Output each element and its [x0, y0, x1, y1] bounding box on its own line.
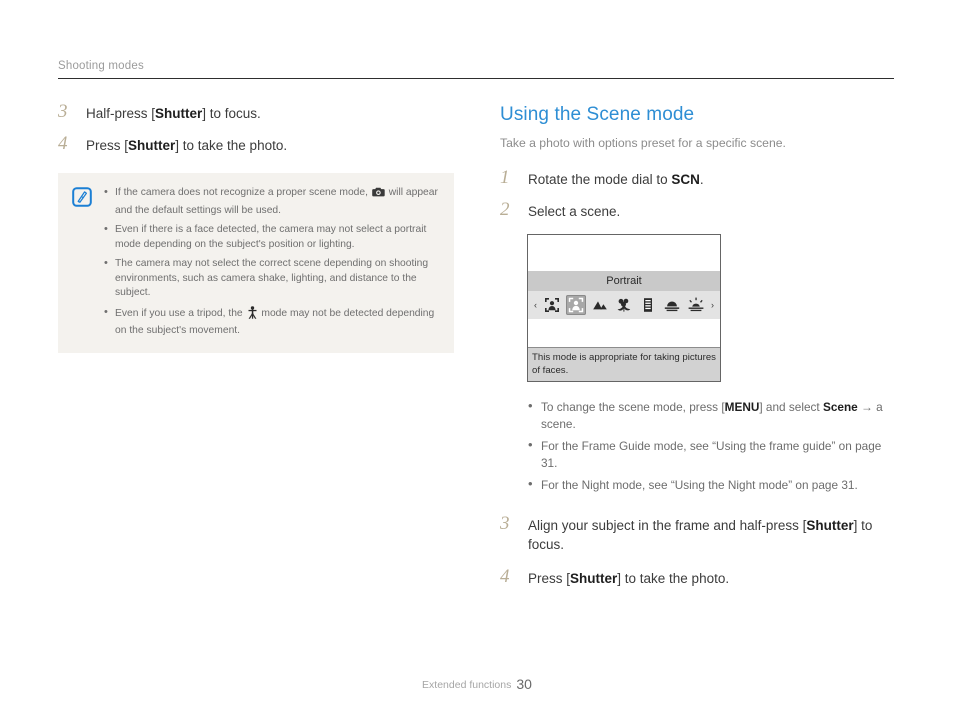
note-bullet: Even if there is a face detected, the ca… [104, 222, 440, 252]
key-label: Shutter [128, 138, 176, 153]
step-item: 2 Select a scene. [500, 199, 896, 221]
note-bullet: Even if you use a tripod, the mode may n… [104, 305, 440, 339]
note-bullet: If the camera does not recognize a prope… [104, 185, 440, 218]
note-bullet: The camera may not select the correct sc… [104, 256, 440, 301]
tip-item: For the Night mode, see “Using the Night… [527, 476, 896, 494]
tip-item: To change the scene mode, press [MENU] a… [527, 398, 896, 432]
sunrise-icon[interactable] [686, 295, 706, 315]
step-number: 4 [500, 565, 510, 587]
scene-icons [540, 295, 708, 315]
camera-screen-illustration: Portrait ‹ › This mode is appropriate fo… [527, 234, 896, 382]
menu-key-label: MENU [724, 400, 760, 414]
portrait-icon[interactable] [566, 295, 586, 315]
sunset-icon[interactable] [662, 295, 682, 315]
camera-screen: Portrait ‹ › This mode is appropriate fo… [527, 234, 721, 382]
step-item: 3 Half-press [Shutter] to focus. [58, 101, 458, 123]
step-number: 3 [58, 101, 68, 122]
page-header: Shooting modes [58, 60, 894, 79]
step-item: 3 Align your subject in the frame and ha… [500, 512, 896, 554]
key-label: Shutter [570, 570, 618, 586]
macro-flower-icon[interactable] [614, 295, 634, 315]
tripod-icon [247, 305, 258, 325]
step-text: Press [Shutter] to take the photo. [528, 570, 730, 586]
scene-menu-label: Scene [822, 400, 858, 414]
key-label: Shutter [155, 106, 203, 121]
step-number: 3 [500, 512, 510, 534]
step-item: 4 Press [Shutter] to take the photo. [500, 565, 896, 588]
screen-preview-area [528, 235, 720, 271]
step-text: Press [Shutter] to take the photo. [86, 138, 288, 153]
tip-item: For the Frame Guide mode, see “Using the… [527, 437, 896, 471]
step-text: Align your subject in the frame and half… [528, 517, 873, 552]
section-title: Using the Scene mode [500, 104, 695, 125]
screen-lower-area [528, 319, 720, 347]
tips-list: To change the scene mode, press [MENU] a… [527, 398, 896, 494]
step-text: Select a scene. [528, 204, 621, 219]
right-column: Using the Scene mode Take a photo with o… [500, 104, 896, 603]
frame-guide-icon[interactable] [542, 295, 562, 315]
next-arrow-icon[interactable]: › [708, 300, 717, 310]
note-bullet-list: If the camera does not recognize a prope… [104, 185, 440, 339]
page-number: 30 [516, 676, 532, 692]
step-item: 4 Press [Shutter] to take the photo. [58, 133, 458, 155]
landscape-icon[interactable] [590, 295, 610, 315]
camera-icon [372, 187, 385, 204]
key-label: Shutter [806, 517, 854, 533]
step-number: 1 [500, 167, 510, 188]
steps-after-group: 3 Align your subject in the frame and ha… [500, 512, 896, 588]
scene-mode-label: Portrait [528, 271, 720, 291]
step-number: 4 [58, 133, 68, 154]
footer-label: Extended functions [422, 679, 512, 691]
scene-description: This mode is appropriate for taking pict… [528, 347, 720, 381]
scene-icon-row: ‹ › [528, 291, 720, 319]
left-column: 3 Half-press [Shutter] to focus. 4 Press… [58, 101, 458, 353]
mode-dial-label: SCN [671, 172, 700, 187]
step-text: Half-press [Shutter] to focus. [86, 106, 261, 121]
text-document-icon[interactable] [638, 295, 658, 315]
section-subtitle: Take a photo with options preset for a s… [500, 136, 786, 150]
page-footer: Extended functions 30 [0, 676, 954, 692]
step-item: 1 Rotate the mode dial to SCN. [500, 167, 896, 189]
step-number: 2 [500, 199, 510, 220]
note-box: If the camera does not recognize a prope… [58, 173, 454, 353]
note-pen-icon [72, 187, 92, 207]
header-divider [58, 78, 894, 79]
breadcrumb: Shooting modes [58, 60, 144, 72]
prev-arrow-icon[interactable]: ‹ [531, 300, 540, 310]
step-text: Rotate the mode dial to SCN. [528, 172, 704, 187]
